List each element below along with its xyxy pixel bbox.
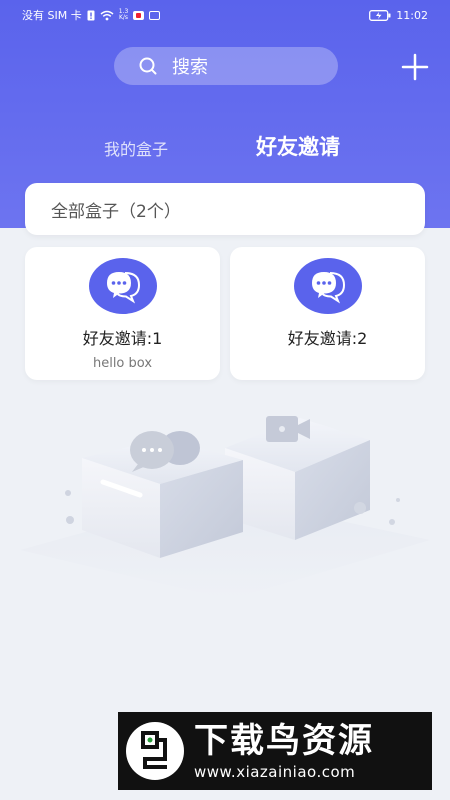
chat-bubbles-icon	[293, 258, 362, 314]
plus-icon	[401, 53, 429, 81]
tab-my-boxes[interactable]: 我的盒子	[104, 136, 168, 160]
watermark-text: 下载鸟资源 www.xiazainiao.com	[194, 721, 374, 781]
watermark-title: 下载鸟资源	[194, 721, 374, 761]
chat-bubbles-icon	[88, 258, 157, 314]
watermark-url: www.xiazainiao.com	[194, 763, 356, 781]
invite-card-subtitle: hello box	[92, 356, 153, 371]
invite-card-title: 好友邀请:1	[82, 329, 163, 348]
add-button[interactable]	[400, 52, 430, 82]
box-filter-dropdown[interactable]: 全部盒子（2个）	[25, 183, 425, 235]
carrier-text: 没有 SIM 卡	[22, 9, 82, 22]
sim-alert-icon	[87, 10, 95, 21]
status-left: 没有 SIM 卡 1.3 K/s	[22, 7, 161, 23]
status-right: 11:02	[369, 9, 428, 22]
wifi-icon	[100, 10, 114, 21]
search-bar[interactable]: 搜索	[114, 47, 338, 85]
net-speed-unit: K/s	[118, 14, 129, 21]
status-bar: 没有 SIM 卡 1.3 K/s 11:02	[0, 0, 450, 30]
search-icon	[138, 56, 158, 76]
invite-card-2[interactable]: 好友邀请:2	[230, 247, 425, 380]
search-label: 搜索	[172, 57, 208, 78]
tab-bar: 我的盒子 好友邀请	[0, 128, 450, 168]
gallery-icon	[149, 10, 161, 20]
invite-card-1[interactable]: 好友邀请:1 hello box	[25, 247, 220, 380]
tab-friend-invites[interactable]: 好友邀请	[256, 131, 340, 161]
net-speed: 1.3 K/s	[119, 9, 129, 21]
watermark-banner: 下载鸟资源 www.xiazainiao.com	[118, 712, 432, 790]
bird-logo-icon	[126, 722, 184, 780]
notification-badge-icon	[133, 10, 145, 20]
invite-card-title: 好友邀请:2	[287, 329, 368, 348]
box-filter-label: 全部盒子（2个）	[51, 201, 181, 222]
clock: 11:02	[396, 8, 428, 22]
boxes-illustration	[0, 400, 450, 600]
battery-icon	[369, 9, 391, 21]
